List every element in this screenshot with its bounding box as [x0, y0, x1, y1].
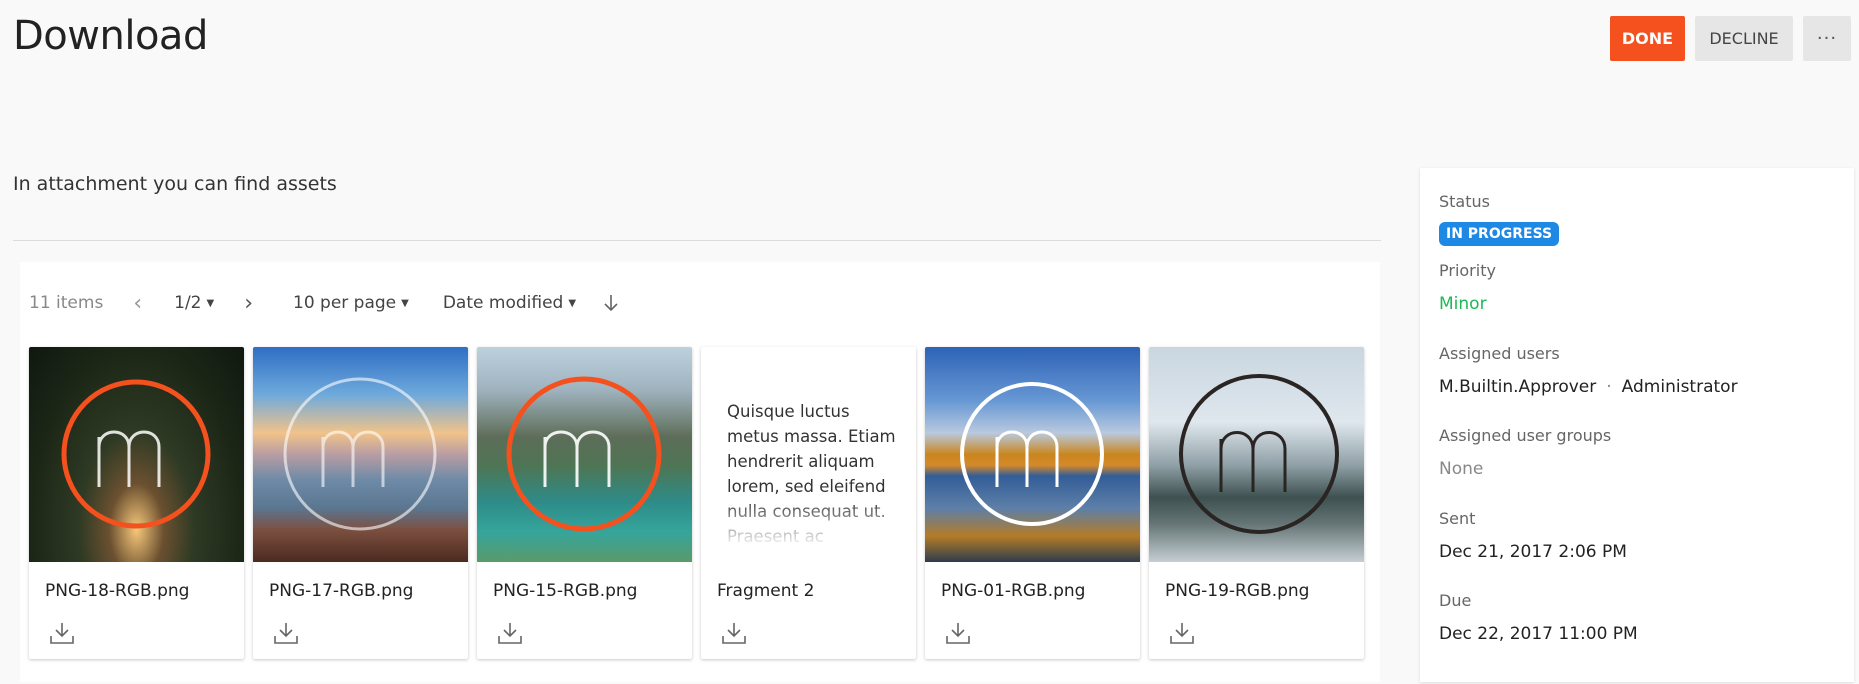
asset-card[interactable]: PNG-01-RGB.png — [925, 347, 1140, 659]
assigned-user: Administrator — [1621, 377, 1738, 397]
previous-page-icon[interactable]: ‹ — [133, 291, 142, 316]
asset-thumbnail — [1149, 347, 1364, 562]
asset-thumbnail — [477, 347, 692, 562]
fragment-preview: Quisque luctus metus massa. Etiam hendre… — [701, 347, 916, 562]
next-page-icon[interactable]: › — [244, 291, 253, 316]
sent-value: Dec 21, 2017 2:06 PM — [1439, 542, 1627, 562]
caret-down-icon: ▼ — [206, 298, 215, 309]
priority-value: Minor — [1439, 294, 1487, 314]
brand-logo-icon — [61, 379, 211, 529]
asset-name: PNG-18-RGB.png — [45, 581, 190, 601]
task-description: In attachment you can find assets — [13, 173, 337, 195]
asset-card[interactable]: PNG-19-RGB.png — [1149, 347, 1364, 659]
due-value: Dec 22, 2017 11:00 PM — [1439, 624, 1638, 644]
asset-toolbar: 11 items ‹ 1/2 ▼ › 10 per page ▼ Date modi… — [29, 288, 620, 318]
brand-logo-icon — [1179, 374, 1339, 534]
asset-name: PNG-15-RGB.png — [493, 581, 638, 601]
assigned-groups-label: Assigned user groups — [1439, 426, 1612, 445]
per-page-label: 10 per page — [293, 293, 397, 313]
download-icon[interactable] — [1169, 621, 1195, 649]
fragment-fade — [701, 497, 916, 557]
per-page-selector[interactable]: 10 per page ▼ — [293, 293, 409, 313]
asset-name: PNG-17-RGB.png — [269, 581, 414, 601]
decline-button[interactable]: DECLINE — [1695, 16, 1793, 61]
sort-label: Date modified — [442, 293, 564, 313]
asset-grid: PNG-18-RGB.png PNG-17-RGB.png PNG-15-RGB… — [29, 347, 1364, 659]
download-icon[interactable] — [721, 621, 747, 649]
assigned-users-label: Assigned users — [1439, 344, 1560, 363]
fragment-card[interactable]: Quisque luctus metus massa. Etiam hendre… — [701, 347, 916, 659]
assigned-user: M.Builtin.Approver — [1439, 377, 1597, 397]
asset-browser: 11 items ‹ 1/2 ▼ › 10 per page ▼ Date modi… — [20, 262, 1380, 682]
asset-thumbnail — [925, 347, 1140, 562]
page-selector[interactable]: 1/2 ▼ — [174, 293, 214, 313]
status-label: Status — [1439, 192, 1490, 211]
priority-label: Priority — [1439, 261, 1496, 280]
asset-card[interactable]: PNG-15-RGB.png — [477, 347, 692, 659]
caret-down-icon: ▼ — [401, 298, 409, 309]
assigned-users-list: M.Builtin.Approver · Administrator — [1439, 377, 1738, 397]
separator-dot: · — [1606, 377, 1612, 397]
asset-card[interactable]: PNG-18-RGB.png — [29, 347, 244, 659]
download-icon[interactable] — [945, 621, 971, 649]
items-count: 11 items — [29, 293, 104, 313]
brand-logo-icon — [506, 376, 662, 532]
sort-selector[interactable]: Date modified ▼ — [443, 293, 576, 313]
download-icon[interactable] — [273, 621, 299, 649]
asset-name: Fragment 2 — [717, 581, 815, 601]
asset-thumbnail — [253, 347, 468, 562]
sort-direction-icon[interactable] — [602, 293, 620, 313]
page-title: Download — [13, 13, 208, 59]
asset-card[interactable]: PNG-17-RGB.png — [253, 347, 468, 659]
brand-logo-icon — [283, 377, 437, 531]
asset-thumbnail — [29, 347, 244, 562]
header-actions: DONE DECLINE ··· — [1610, 16, 1851, 61]
assigned-groups-value: None — [1439, 459, 1484, 479]
asset-name: PNG-19-RGB.png — [1165, 581, 1310, 601]
more-options-button[interactable]: ··· — [1803, 16, 1851, 61]
download-icon[interactable] — [49, 621, 75, 649]
divider — [13, 240, 1381, 241]
page-indicator: 1/2 — [174, 293, 202, 313]
task-details-panel: Status IN PROGRESS Priority Minor Assign… — [1420, 168, 1854, 682]
done-button[interactable]: DONE — [1610, 16, 1685, 61]
sent-label: Sent — [1439, 509, 1476, 528]
due-label: Due — [1439, 591, 1472, 610]
download-icon[interactable] — [497, 621, 523, 649]
caret-down-icon: ▼ — [568, 298, 577, 309]
brand-logo-icon — [960, 382, 1104, 526]
asset-name: PNG-01-RGB.png — [941, 581, 1086, 601]
status-badge: IN PROGRESS — [1439, 222, 1560, 246]
